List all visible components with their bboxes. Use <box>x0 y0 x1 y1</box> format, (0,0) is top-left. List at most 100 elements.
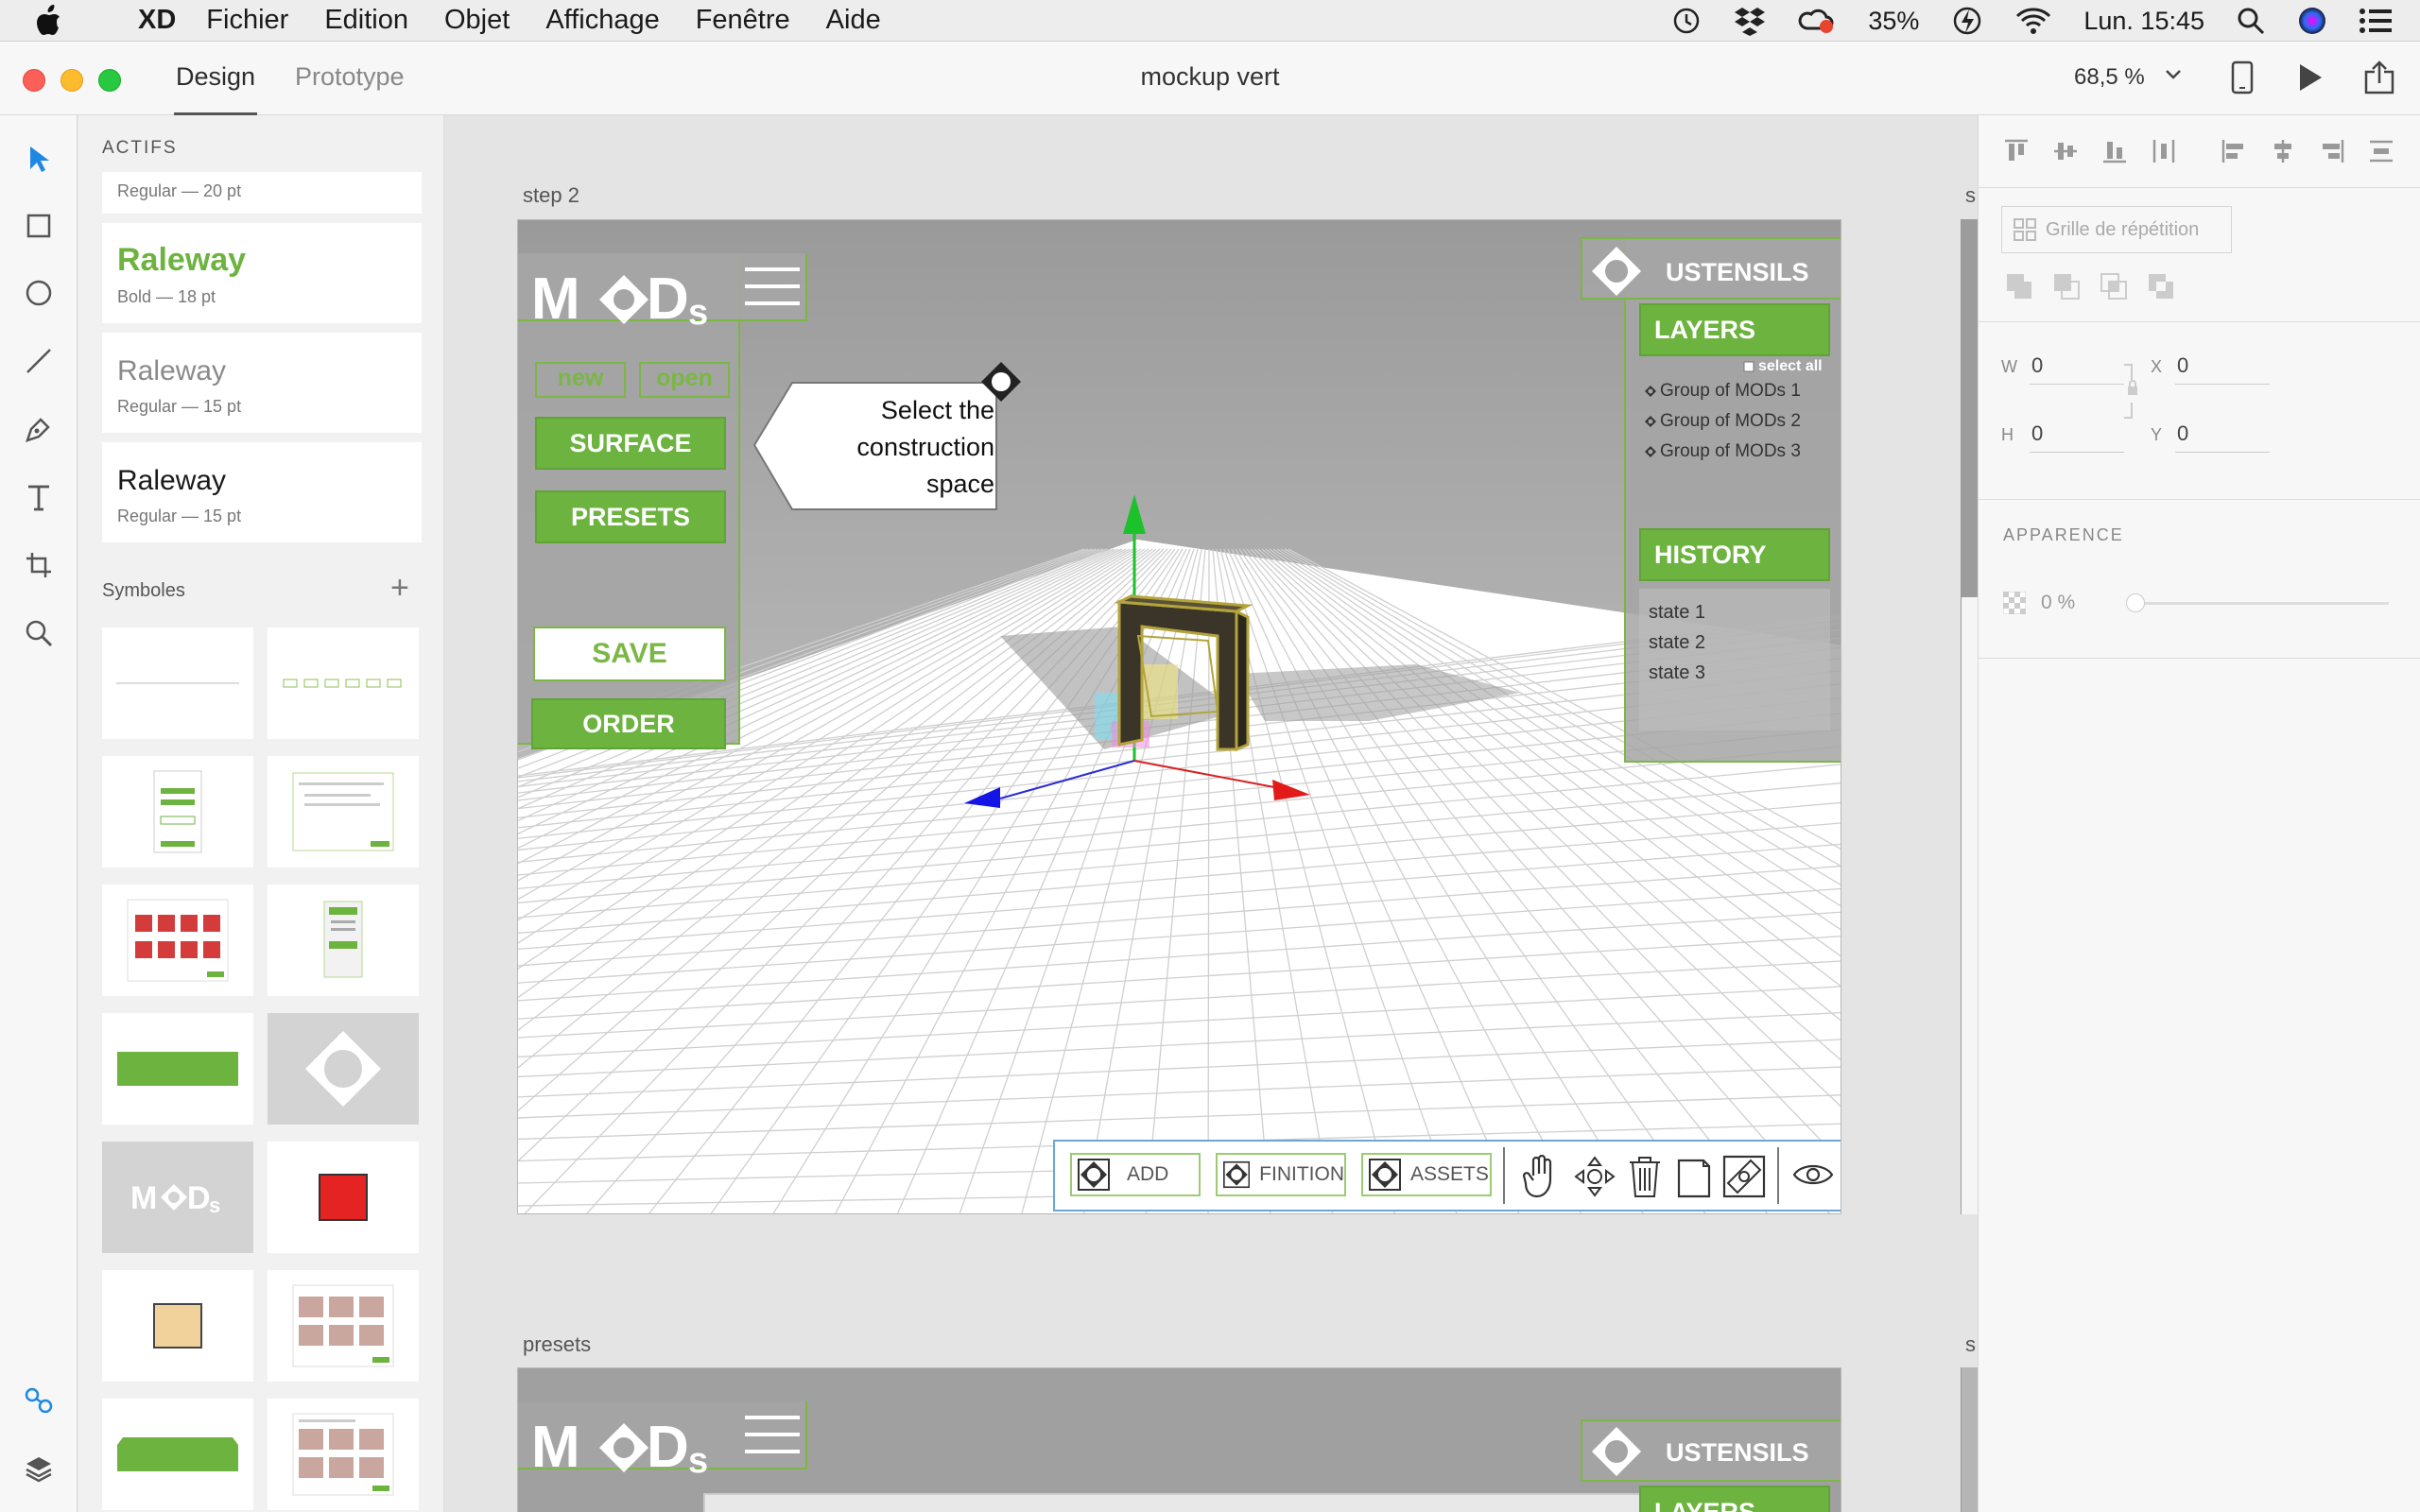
creative-cloud-icon[interactable] <box>1798 6 1836 36</box>
y-field[interactable]: 0 <box>2177 421 2188 446</box>
close-window-button[interactable] <box>23 69 45 92</box>
list-item[interactable]: state 1 <box>1649 602 1705 624</box>
character-style-card[interactable]: Regular — 20 pt <box>102 172 422 214</box>
pen-tool-icon[interactable] <box>20 410 58 448</box>
play-preview-icon[interactable] <box>2297 62 2324 93</box>
apple-icon[interactable] <box>34 0 72 42</box>
share-icon[interactable] <box>2363 60 2395 94</box>
list-item[interactable]: state 3 <box>1649 662 1705 684</box>
line-tool-icon[interactable] <box>20 342 58 380</box>
align-top-icon[interactable] <box>2003 138 2030 164</box>
symbol-red-square[interactable] <box>268 1142 419 1253</box>
add-boolean-icon[interactable] <box>2005 272 2033 301</box>
mockup-new-button[interactable]: new <box>535 362 626 398</box>
distribute-horizontal-icon[interactable] <box>2368 138 2394 164</box>
intersect-boolean-icon[interactable] <box>2100 272 2128 301</box>
menu-edition[interactable]: Edition <box>324 5 408 36</box>
opacity-slider[interactable] <box>2130 602 2389 605</box>
move-arrows-icon[interactable] <box>1573 1155 1616 1198</box>
hand-tool-icon[interactable] <box>1522 1155 1560 1198</box>
symbol-thumbnail[interactable] <box>268 756 419 868</box>
mockup-open-button[interactable]: open <box>639 362 730 398</box>
hamburger-menu-icon[interactable] <box>745 1414 800 1455</box>
trash-icon[interactable] <box>1626 1155 1664 1198</box>
menu-fichier[interactable]: Fichier <box>206 5 288 36</box>
battery-charging-icon[interactable] <box>1951 5 1983 37</box>
add-symbol-button[interactable]: + <box>390 572 409 604</box>
symbol-thumbnail[interactable] <box>102 627 253 739</box>
symbol-beige-square[interactable] <box>102 1270 253 1382</box>
artboard-label-partial[interactable]: s <box>1965 183 1976 208</box>
artboard-label-presets[interactable]: presets <box>523 1332 591 1357</box>
height-field[interactable]: 0 <box>2031 421 2043 446</box>
symbol-mods-logo[interactable]: MDs <box>102 1142 253 1253</box>
menu-fenetre[interactable]: Fenêtre <box>696 5 790 36</box>
hamburger-menu-icon[interactable] <box>745 266 800 307</box>
design-canvas[interactable]: step 2 presets s s M D s new open SURFAC… <box>445 115 1978 1512</box>
width-field[interactable]: 0 <box>2031 353 2043 378</box>
mockup-assets-button[interactable]: ASSETS <box>1361 1153 1492 1196</box>
list-item[interactable]: state 2 <box>1649 632 1705 654</box>
symbols-panel-icon[interactable] <box>20 1382 58 1419</box>
exclude-boolean-icon[interactable] <box>2147 272 2175 301</box>
list-item[interactable]: Group of MODs 3 <box>1645 441 1801 462</box>
symbol-thumbnail[interactable] <box>268 1270 419 1382</box>
mockup-presets-button[interactable]: PRESETS <box>535 490 726 543</box>
symbol-diamond-icon[interactable] <box>268 1013 419 1125</box>
mockup-surface-button[interactable]: SURFACE <box>535 417 726 470</box>
tab-design[interactable]: Design <box>176 62 255 92</box>
subtract-boolean-icon[interactable] <box>2052 272 2081 301</box>
character-style-card[interactable]: Raleway Regular — 15 pt <box>102 333 422 433</box>
symbol-thumbnail[interactable] <box>268 1399 419 1510</box>
tab-prototype[interactable]: Prototype <box>295 62 405 92</box>
menu-affichage[interactable]: Affichage <box>545 5 659 36</box>
ustensils-diamond-icon[interactable] <box>1590 245 1643 298</box>
symbol-thumbnail[interactable] <box>102 756 253 868</box>
align-center-icon[interactable] <box>2270 138 2296 164</box>
dropbox-icon[interactable] <box>1734 6 1766 36</box>
repeat-grid-button[interactable]: Grille de répétition <box>2001 206 2232 253</box>
distribute-vertical-icon[interactable] <box>2151 138 2177 164</box>
symbol-thumbnail[interactable] <box>268 885 419 996</box>
menubar-clock[interactable]: Lun. 15:45 <box>2083 7 2204 36</box>
artboard-label-step-2[interactable]: step 2 <box>523 183 579 208</box>
duplicate-page-icon[interactable] <box>1675 1155 1713 1198</box>
list-item[interactable]: Group of MODs 2 <box>1645 411 1801 432</box>
zoom-tool-icon[interactable] <box>20 614 58 652</box>
character-style-card[interactable]: Raleway Bold — 18 pt <box>102 223 422 323</box>
symbol-green-tab[interactable] <box>102 1399 253 1510</box>
list-item[interactable]: Group of MODs 1 <box>1645 381 1801 402</box>
symbol-thumbnail[interactable] <box>102 885 253 996</box>
fullscreen-window-button[interactable] <box>98 69 121 92</box>
align-left-icon[interactable] <box>2221 138 2247 164</box>
device-preview-icon[interactable] <box>2231 60 2254 94</box>
eye-visibility-icon[interactable] <box>1792 1160 1834 1189</box>
select-tool-icon[interactable] <box>20 140 58 178</box>
rotate-tool-icon[interactable] <box>1722 1155 1766 1198</box>
text-tool-icon[interactable] <box>20 478 58 516</box>
align-middle-icon[interactable] <box>2052 138 2079 164</box>
align-bottom-icon[interactable] <box>2101 138 2128 164</box>
layers-panel-icon[interactable] <box>20 1450 58 1487</box>
mockup-finition-button[interactable]: FINITION <box>1216 1153 1346 1196</box>
rectangle-tool-icon[interactable] <box>20 207 58 245</box>
align-right-icon[interactable] <box>2319 138 2345 164</box>
wifi-icon[interactable] <box>2015 7 2051 35</box>
lock-aspect-icon[interactable] <box>2120 363 2141 420</box>
history-section-header[interactable]: HISTORY <box>1639 528 1830 581</box>
artboard-partial[interactable] <box>1961 219 1978 1214</box>
menu-objet[interactable]: Objet <box>444 5 510 36</box>
opacity-slider-handle[interactable] <box>2126 593 2145 612</box>
menu-app-xd[interactable]: XD <box>138 5 176 36</box>
ellipse-tool-icon[interactable] <box>20 274 58 312</box>
mockup-order-button[interactable]: ORDER <box>531 698 726 749</box>
siri-icon[interactable] <box>2297 6 2327 36</box>
symbol-green-bar[interactable] <box>102 1013 253 1125</box>
artboard-tool-icon[interactable] <box>20 546 58 584</box>
symbol-thumbnail[interactable] <box>268 627 419 739</box>
zoom-level[interactable]: 68,5 % <box>2074 64 2145 91</box>
artboard-presets[interactable]: M D s USTENSILS LAYERS <box>517 1367 1841 1512</box>
chevron-down-icon[interactable] <box>2165 68 2182 81</box>
artboard-label-partial[interactable]: s <box>1965 1332 1976 1357</box>
opacity-value[interactable]: 0 % <box>2041 592 2075 614</box>
